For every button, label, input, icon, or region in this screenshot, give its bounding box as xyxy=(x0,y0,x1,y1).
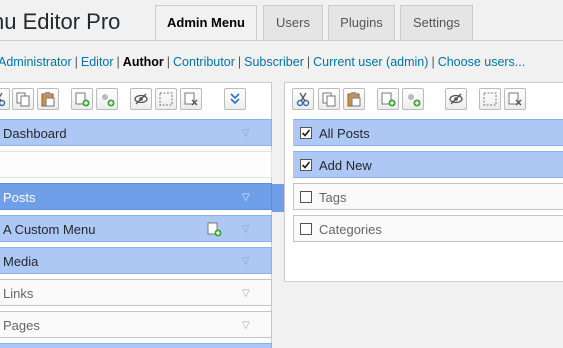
menu-item-label: Media xyxy=(3,254,39,269)
choose-users-link[interactable]: Choose users... xyxy=(438,55,526,69)
checkbox[interactable] xyxy=(300,127,312,139)
submenu-item-categories[interactable]: Categories ▽ xyxy=(293,215,563,242)
submenu-item-all-posts[interactable]: All Posts ▽ xyxy=(293,119,563,146)
select-all-icon[interactable] xyxy=(155,88,177,110)
separator: | xyxy=(74,55,78,69)
submenu-item-label: Tags xyxy=(319,190,347,205)
separator: | xyxy=(306,55,311,69)
menu-item-dashboard[interactable]: Dashboard ▽ xyxy=(0,119,272,146)
menu-separator[interactable] xyxy=(0,151,272,178)
submenu-item-tags[interactable]: Tags ▽ xyxy=(293,183,563,210)
submenu-item-label: Categories xyxy=(319,222,382,237)
chevron-down-icon[interactable]: ▽ xyxy=(242,248,250,275)
checkbox[interactable] xyxy=(300,223,312,235)
chevron-down-icon[interactable]: ▽ xyxy=(242,216,250,243)
copy-icon[interactable] xyxy=(318,88,340,110)
select-all-icon[interactable] xyxy=(479,88,501,110)
checkbox[interactable] xyxy=(300,191,312,203)
submenu-item-add-new[interactable]: Add New ▽ xyxy=(293,151,563,178)
submenu-item-label: All Posts xyxy=(319,126,370,141)
role-author-current: Author xyxy=(122,55,164,69)
delete-icon[interactable] xyxy=(504,88,526,110)
tab-settings[interactable]: Settings xyxy=(400,5,473,40)
hide-icon[interactable] xyxy=(130,88,152,110)
new-menu-icon[interactable] xyxy=(377,88,399,110)
new-menu-icon[interactable] xyxy=(71,88,93,110)
top-level-menu-panel: Dashboard ▽ Posts ▽ A Custom Menu ▽ Medi… xyxy=(0,82,272,348)
menu-item-label: Pages xyxy=(3,318,40,333)
new-separator-icon[interactable] xyxy=(402,88,424,110)
paste-icon[interactable] xyxy=(37,88,59,110)
delete-icon[interactable] xyxy=(180,88,202,110)
role-administrator-link[interactable]: Administrator xyxy=(0,55,72,69)
current-user-link[interactable]: Current user (admin) xyxy=(313,55,428,69)
hide-icon[interactable] xyxy=(445,88,467,110)
separator: | xyxy=(237,55,242,69)
menu-item-pages[interactable]: Pages ▽ xyxy=(0,311,272,338)
menu-item-posts[interactable]: Posts ▽ xyxy=(0,183,272,210)
page-title: nu Editor Pro xyxy=(0,9,121,34)
separator: | xyxy=(116,55,120,69)
role-subscriber-link[interactable]: Subscriber xyxy=(244,55,304,69)
checkbox[interactable] xyxy=(300,159,312,171)
submenu-panel: All Posts ▽ Add New ▽ Tags ▽ Categories … xyxy=(284,82,563,282)
menu-item-media[interactable]: Media ▽ xyxy=(0,247,272,274)
tab-divider xyxy=(0,40,563,41)
role-contributor-link[interactable]: Contributor xyxy=(173,55,235,69)
tab-plugins[interactable]: Plugins xyxy=(328,5,395,40)
selection-connector xyxy=(272,184,284,212)
new-submenu-icon xyxy=(207,222,222,237)
menu-item-label: Links xyxy=(3,286,34,301)
chevron-down-icon[interactable]: ▽ xyxy=(242,280,250,307)
menu-item-custom-menu[interactable]: A Custom Menu ▽ xyxy=(0,215,272,242)
tab-admin-menu[interactable]: Admin Menu xyxy=(155,5,257,41)
tab-users[interactable]: Users xyxy=(263,5,323,40)
separator: | xyxy=(166,55,171,69)
chevron-down-icon[interactable]: ▽ xyxy=(242,184,250,211)
chevron-down-icon[interactable]: ▽ xyxy=(242,120,250,147)
menu-item-links[interactable]: Links ▽ xyxy=(0,279,272,306)
menu-item-label: Dashboard xyxy=(3,126,67,141)
chevron-down-icon[interactable]: ▽ xyxy=(242,312,250,339)
separator: | xyxy=(431,55,435,69)
role-editor-link[interactable]: Editor xyxy=(81,55,114,69)
role-selector: Administrator | Editor | Author | Contributor |… xyxy=(0,55,563,69)
cut-icon[interactable] xyxy=(292,88,314,110)
submenu-item-label: Add New xyxy=(319,158,372,173)
menu-item-next[interactable] xyxy=(0,343,272,348)
cut-icon[interactable] xyxy=(0,88,10,110)
new-separator-icon[interactable] xyxy=(96,88,118,110)
copy-icon[interactable] xyxy=(12,88,34,110)
paste-icon[interactable] xyxy=(343,88,365,110)
menu-item-label: Posts xyxy=(3,190,36,205)
menu-item-label: A Custom Menu xyxy=(3,222,96,237)
expand-icon[interactable] xyxy=(224,88,246,110)
